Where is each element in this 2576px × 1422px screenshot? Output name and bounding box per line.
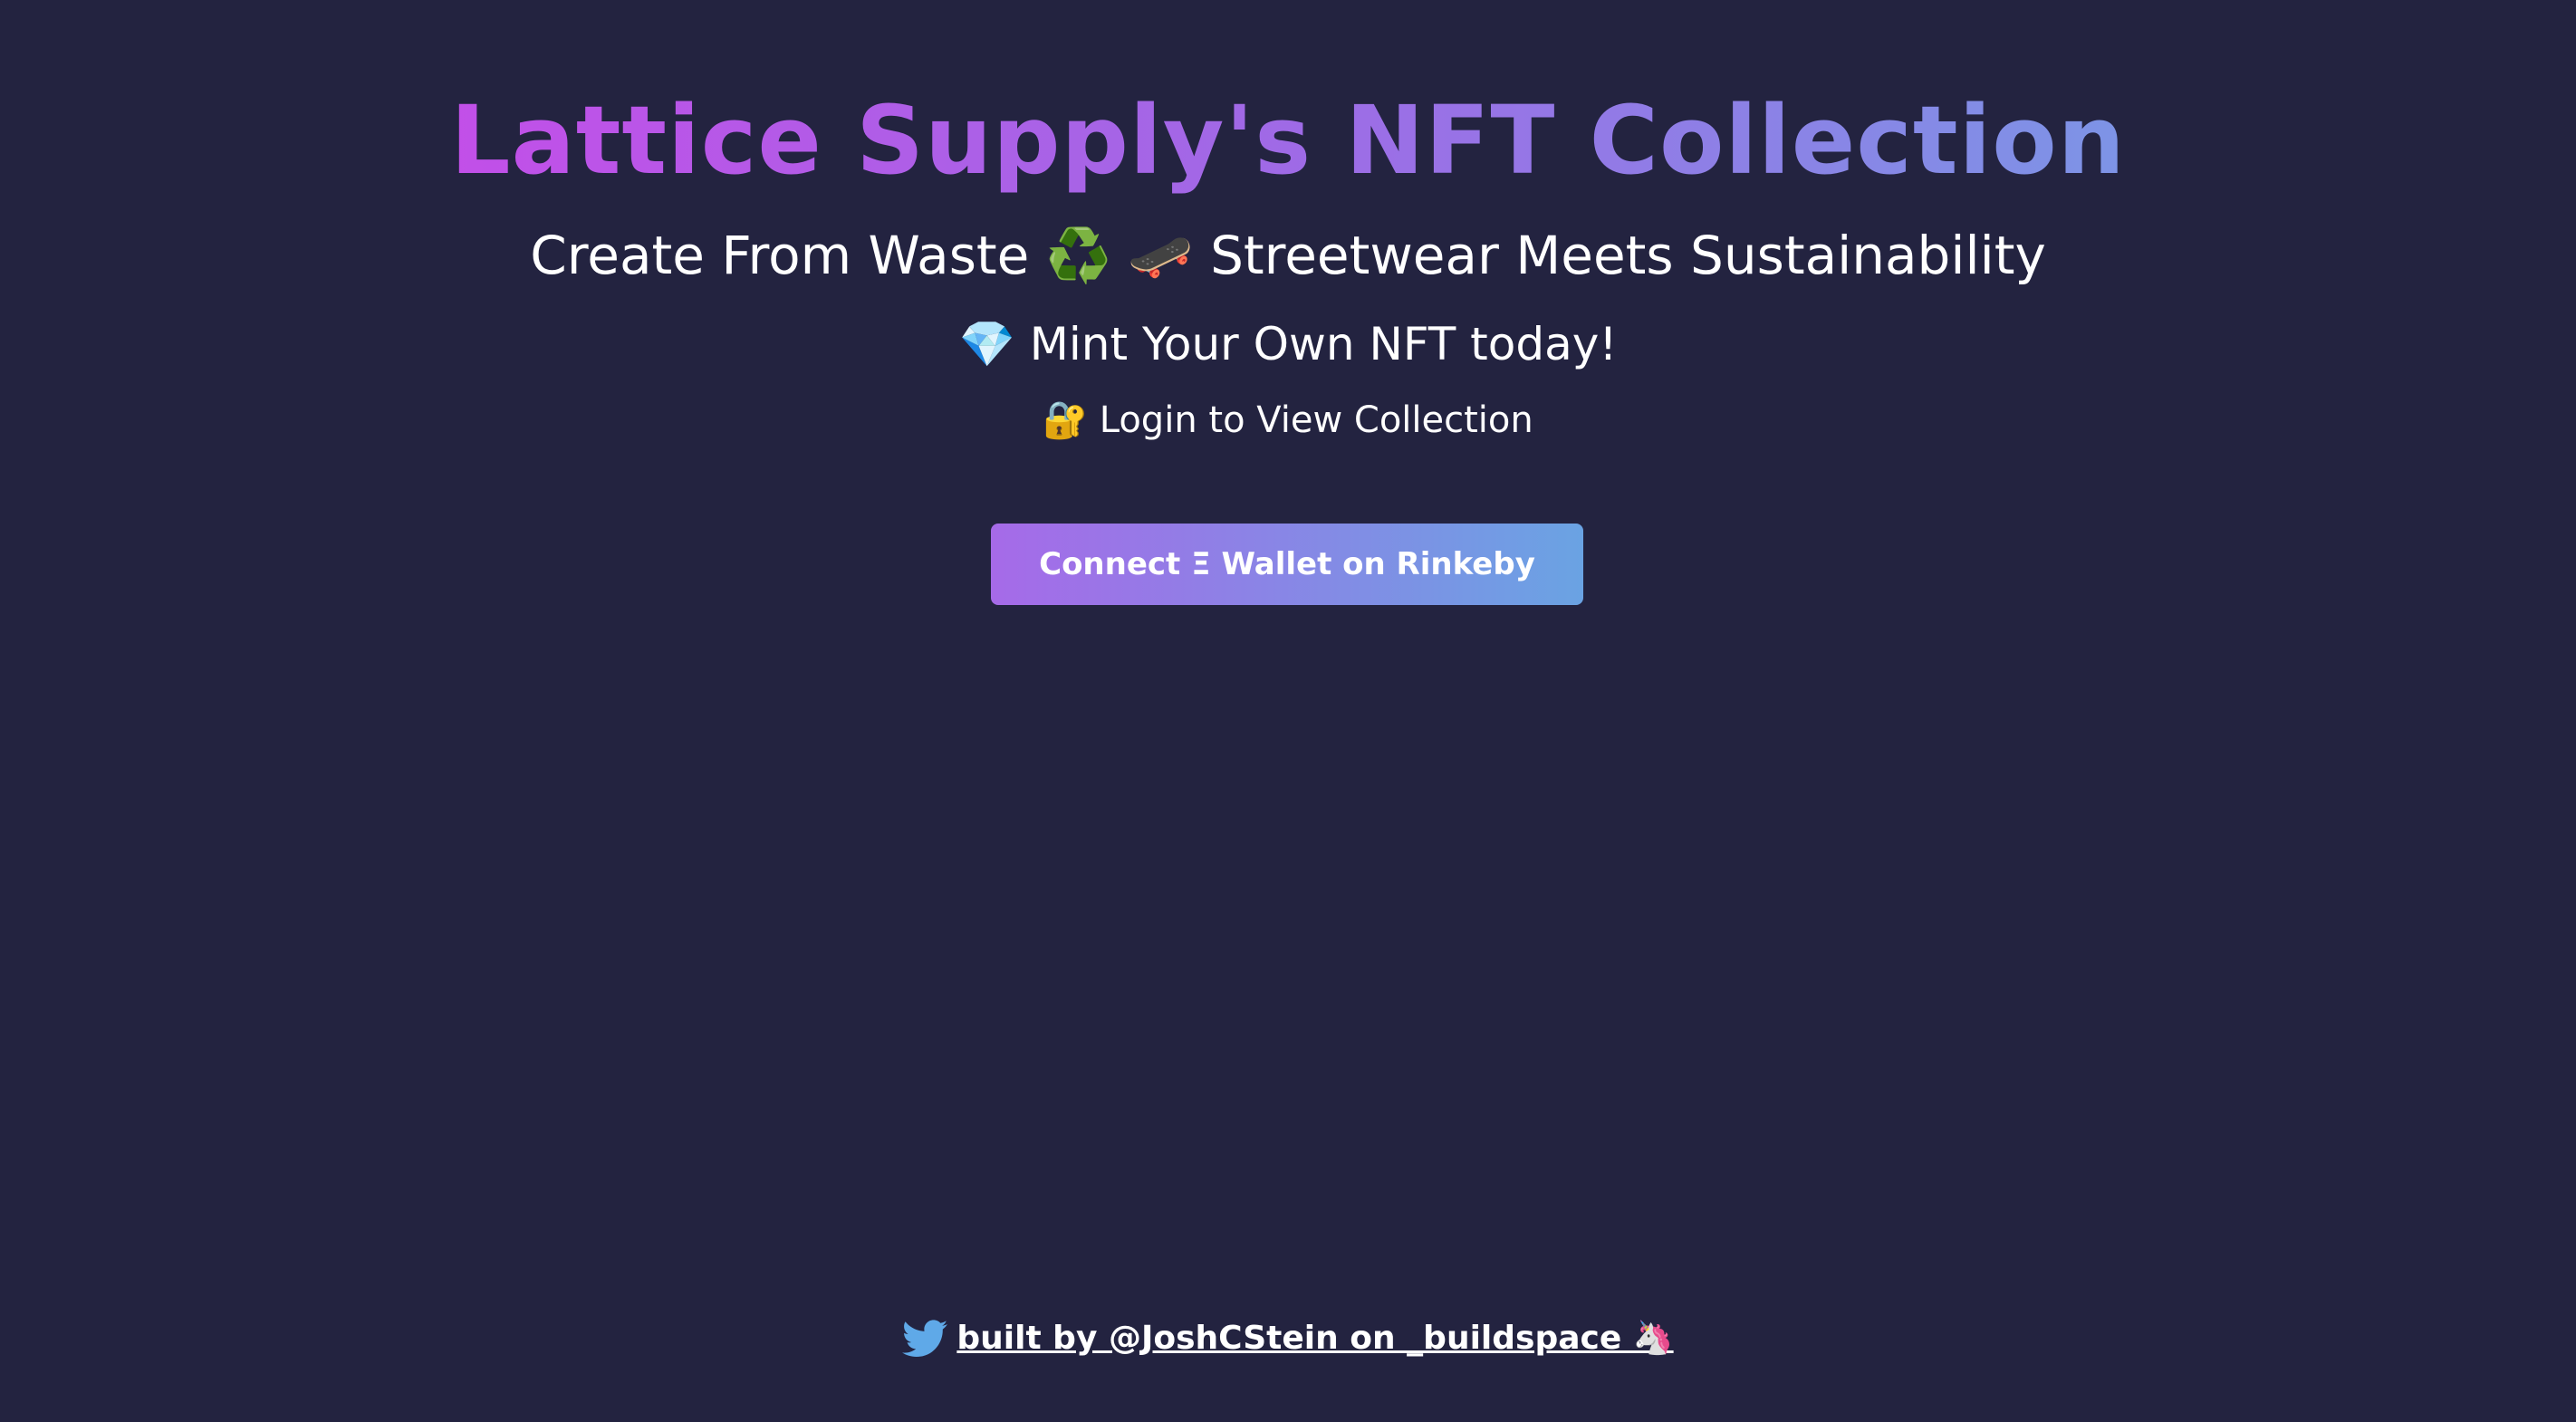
header: Lattice Supply's NFT Collection Create F… xyxy=(0,82,2576,447)
page: Lattice Supply's NFT Collection Create F… xyxy=(0,0,2576,1422)
subtitle: Create From Waste ♻️ 🛹 Streetwear Meets … xyxy=(530,225,2046,286)
footer: built by @JoshCStein on _buildspace 🦄 xyxy=(0,1312,2576,1366)
footer-link[interactable]: built by @JoshCStein on _buildspace 🦄 xyxy=(956,1312,1673,1366)
connect-wallet-button[interactable]: Connect Ξ Wallet on Rinkeby xyxy=(991,524,1583,605)
login-text: 🔐 Login to View Collection xyxy=(1043,399,1533,441)
page-title: Lattice Supply's NFT Collection xyxy=(450,82,2125,199)
mint-text: 💎 Mint Your Own NFT today! xyxy=(958,318,1618,370)
twitter-icon xyxy=(902,1319,948,1359)
connect-wallet-label: Connect Ξ Wallet on Rinkeby xyxy=(1039,546,1535,582)
twitter-bird-svg xyxy=(902,1320,948,1357)
